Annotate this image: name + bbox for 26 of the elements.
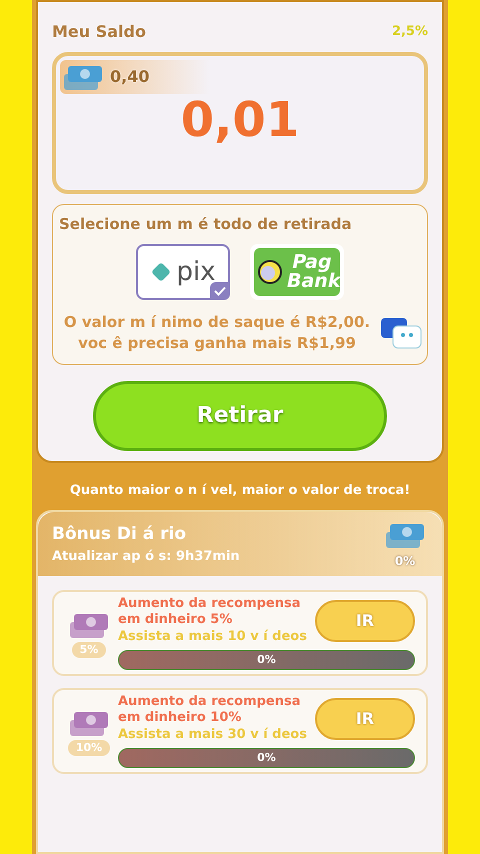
balance-title: Meu Saldo	[52, 21, 146, 43]
circle-logo-icon	[257, 258, 283, 284]
payment-method[interactable]: Pag Bank	[250, 244, 344, 300]
withdraw-button[interactable]: Retirar	[93, 380, 387, 450]
minimum-notice: O valor m í nimo de saque é R$2,00. voc ê precisa ganha mais R$1,99	[62, 312, 372, 354]
coin-amount: 0,40	[110, 66, 150, 88]
bonus-title: Bônus Di á rio	[52, 522, 188, 546]
balance-amount: 0,01	[180, 96, 300, 144]
task-subtitle: Assista a mais 30 v í deos	[118, 726, 307, 744]
bonus-percent: 0%	[394, 553, 416, 570]
go-button[interactable]: IR	[314, 698, 415, 740]
withdraw-title: Selecione um m é todo de retirada	[59, 214, 352, 235]
rate-label: 2,5%	[392, 23, 428, 42]
refresh-timer: Atualizar ap ó s: 9h37min	[52, 548, 240, 566]
chat-bubble-icon	[381, 316, 423, 350]
bonus-badge: 10%	[68, 740, 110, 756]
payment-method[interactable]: pix	[136, 244, 230, 300]
tip-text: Quanto maior o n í vel, maior o valor de troca!	[68, 482, 412, 500]
task-title: Aumento da recompensa em dinheiro 10%	[118, 694, 302, 726]
progress-label: 0%	[256, 750, 277, 766]
method-label: pix	[176, 258, 216, 284]
bonus-badge: 5%	[72, 642, 106, 658]
task-title: Aumento da recompensa em dinheiro 5%	[118, 596, 302, 628]
task-subtitle: Assista a mais 10 v í deos	[118, 628, 307, 646]
go-button[interactable]: IR	[314, 600, 415, 642]
progress-label: 0%	[256, 652, 277, 668]
